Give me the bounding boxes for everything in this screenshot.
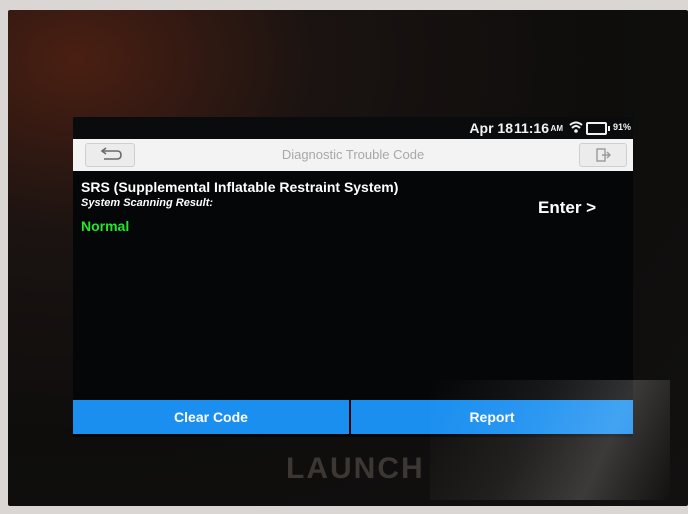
title-bar: Diagnostic Trouble Code (73, 139, 633, 171)
clear-code-button[interactable]: Clear Code (73, 400, 349, 434)
page-title: Diagnostic Trouble Code (281, 147, 425, 162)
scan-result-panel: SRS (Supplemental Inflatable Restraint S… (73, 171, 633, 399)
wifi-icon (569, 121, 583, 133)
device-screen: Apr 18 11:16 AM 91% Diagnostic Trouble C… (73, 117, 633, 437)
status-bar: Apr 18 11:16 AM 91% (73, 117, 633, 139)
status-date: Apr 18 (469, 120, 513, 136)
action-bar: Clear Code Report (73, 400, 633, 434)
status-time: 11:16 (513, 120, 549, 136)
scan-result-label: System Scanning Result: (81, 197, 214, 209)
status-ampm: AM (550, 124, 563, 133)
report-button[interactable]: Report (351, 400, 633, 434)
enter-button[interactable]: Enter > (538, 198, 596, 218)
exit-icon (596, 148, 611, 162)
system-name: SRS (Supplemental Inflatable Restraint S… (81, 179, 399, 195)
exit-button[interactable] (579, 143, 627, 167)
battery-icon (586, 122, 610, 135)
battery-percent: 91% (612, 122, 631, 132)
brand-logo: LAUNCH (286, 452, 425, 485)
scan-result-status: Normal (81, 218, 130, 234)
